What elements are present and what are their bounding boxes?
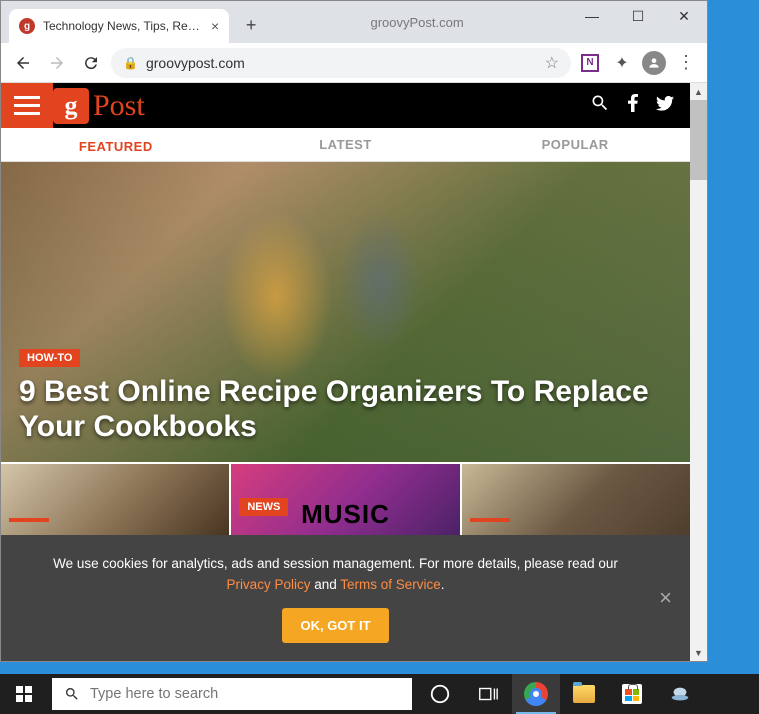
tab-featured[interactable]: FEATURED [1,128,231,161]
tos-link[interactable]: Terms of Service [340,577,441,592]
back-button[interactable] [9,49,37,77]
category-badge: HOW-TO [19,349,80,367]
extensions-icon[interactable]: ✦ [609,50,635,76]
content-area: g Post FEATURED LATEST POPULAR HOW-TO 9 … [1,83,707,661]
tab-popular[interactable]: POPULAR [460,128,690,161]
scrollbar[interactable]: ▲ ▼ [690,83,707,661]
menu-button[interactable]: ⋮ [673,50,699,76]
taskbar-icons [416,674,704,714]
browser-window: g Technology News, Tips, Reviews, × + gr… [0,0,708,662]
twitter-icon[interactable] [656,96,674,116]
close-button[interactable]: ✕ [661,1,707,31]
site-header-right [590,93,690,118]
explorer-taskbar-icon[interactable] [560,674,608,714]
privacy-link[interactable]: Privacy Policy [226,577,310,592]
search-icon[interactable] [590,93,610,118]
tab-close-icon[interactable]: × [211,18,219,34]
cookie-text: We use cookies for analytics, ads and se… [31,553,640,596]
scroll-thumb[interactable] [690,100,707,180]
star-icon[interactable]: ☆ [545,53,559,73]
start-button[interactable] [0,674,48,714]
tab-title: Technology News, Tips, Reviews, [43,19,203,33]
search-icon [64,686,80,702]
task-view-icon[interactable] [464,674,512,714]
site-logo[interactable]: g Post [53,88,145,124]
taskbar [0,674,759,714]
taskbar-search[interactable] [52,678,412,710]
category-badge: NEWS [239,498,288,516]
hamburger-menu-icon[interactable] [1,83,53,128]
cortana-icon[interactable] [416,674,464,714]
url-text: groovypost.com [146,55,537,71]
search-input[interactable] [90,686,400,702]
logo-text: Post [93,89,145,123]
chrome-taskbar-icon[interactable] [512,674,560,714]
content-tabs: FEATURED LATEST POPULAR [1,128,690,162]
window-title: groovyPost.com [265,5,569,39]
profile-button[interactable] [641,50,667,76]
minimize-button[interactable]: — [569,1,615,31]
reload-button[interactable] [77,49,105,77]
titlebar: g Technology News, Tips, Reviews, × + gr… [1,1,707,43]
cookie-banner: We use cookies for analytics, ads and se… [1,535,690,661]
cookie-close-icon[interactable]: × [659,585,672,611]
windows-icon [16,686,32,702]
new-tab-button[interactable]: + [237,11,265,39]
hero-title: 9 Best Online Recipe Organizers To Repla… [19,375,672,444]
app-taskbar-icon[interactable] [656,674,704,714]
site-header: g Post [1,83,690,128]
hero-article[interactable]: HOW-TO 9 Best Online Recipe Organizers T… [1,162,690,462]
scroll-down-icon[interactable]: ▼ [690,644,707,661]
onenote-extension-icon[interactable]: N [577,50,603,76]
favicon-icon: g [19,18,35,34]
cookie-accept-button[interactable]: OK, GOT IT [282,608,388,643]
logo-g-icon: g [53,88,89,124]
maximize-button[interactable]: ☐ [615,1,661,31]
forward-button[interactable] [43,49,71,77]
lock-icon: 🔒 [123,56,138,70]
browser-tab[interactable]: g Technology News, Tips, Reviews, × [9,9,229,43]
address-bar[interactable]: 🔒 groovypost.com ☆ [111,48,571,78]
tab-latest[interactable]: LATEST [231,128,461,161]
facebook-icon[interactable] [628,94,638,117]
scroll-up-icon[interactable]: ▲ [690,83,707,100]
window-controls: — ☐ ✕ [569,1,707,31]
store-taskbar-icon[interactable] [608,674,656,714]
browser-toolbar: 🔒 groovypost.com ☆ N ✦ ⋮ [1,43,707,83]
thumb-music-text: MUSIC [301,499,390,530]
